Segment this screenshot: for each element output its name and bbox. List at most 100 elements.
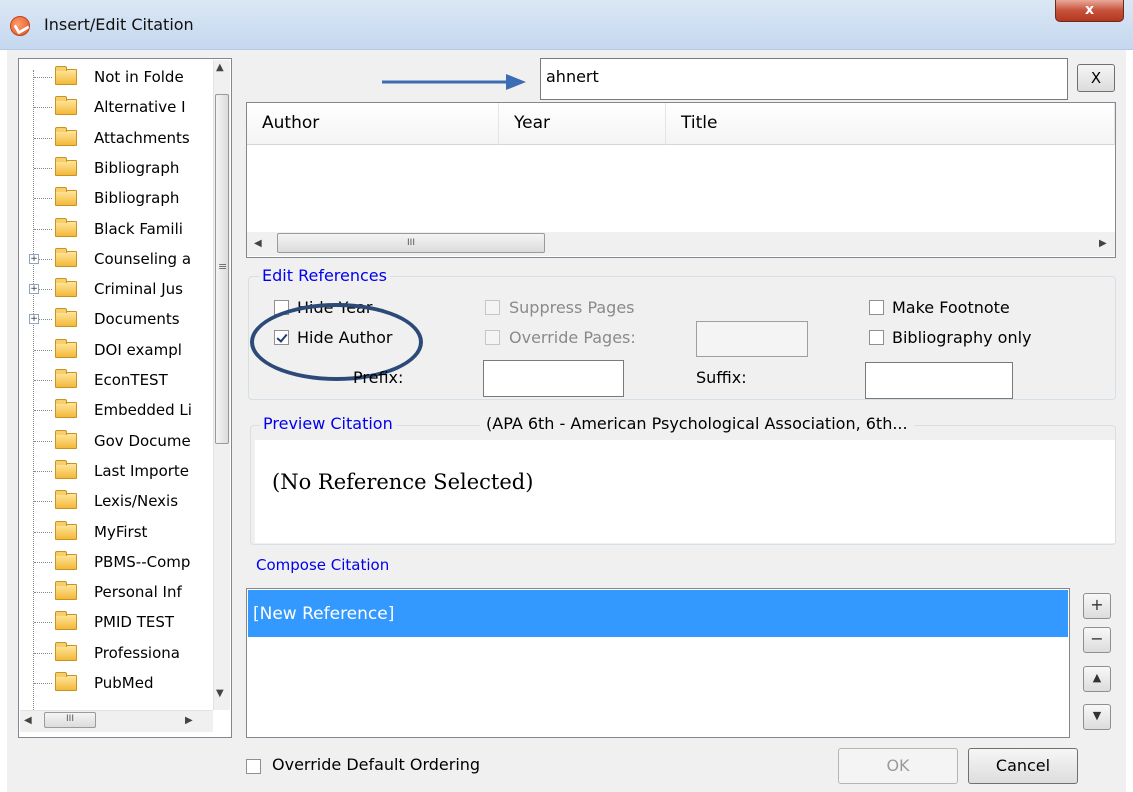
tree-item-label: PBMS--Comp xyxy=(94,552,191,571)
preview-text: (No Reference Selected) xyxy=(272,470,534,494)
tree-item[interactable]: Embedded Li xyxy=(18,399,213,422)
tree-connector xyxy=(34,501,52,503)
tree-item[interactable]: Professiona xyxy=(18,641,213,665)
tree-item[interactable]: + Counseling a xyxy=(18,247,213,271)
tree-item[interactable]: Lexis/Nexis xyxy=(18,490,213,513)
tree-item-label: Alternative I xyxy=(94,98,186,117)
bibliography-only-checkbox[interactable] xyxy=(869,330,884,345)
tree-connector xyxy=(34,77,52,78)
tree-connector xyxy=(34,531,52,533)
tree-connector xyxy=(34,228,52,230)
close-button[interactable]: x xyxy=(1055,0,1124,22)
tree-item-label: MyFirst xyxy=(94,522,148,541)
tree-item[interactable]: Personal Inf xyxy=(18,581,213,604)
folder-icon xyxy=(55,369,77,388)
expand-icon[interactable]: + xyxy=(29,253,39,264)
expand-icon[interactable]: + xyxy=(29,284,39,295)
add-reference-button[interactable]: + xyxy=(1083,593,1111,619)
cancel-button[interactable]: Cancel xyxy=(968,748,1078,784)
tree-item[interactable]: PBMS--Comp xyxy=(18,550,213,574)
move-up-button[interactable]: ▲ xyxy=(1083,666,1111,692)
tree-item[interactable]: DOI exampl xyxy=(18,338,213,362)
column-header-year[interactable]: Year xyxy=(499,103,666,145)
tree-connector xyxy=(34,561,52,563)
tree-connector xyxy=(34,440,52,442)
override-ordering-label: Override Default Ordering xyxy=(272,755,481,774)
tree-item-label: EconTEST xyxy=(94,371,168,389)
tree-item[interactable]: Not in Folde xyxy=(18,66,213,89)
scroll-left-icon[interactable]: ◀ xyxy=(254,238,262,249)
tree-item-label: Documents xyxy=(94,310,180,329)
scroll-left-icon[interactable]: ◀ xyxy=(24,715,32,726)
app-icon xyxy=(10,16,30,36)
tree-item[interactable]: Gov Docume xyxy=(18,429,213,453)
suppress-pages-label: Suppress Pages xyxy=(509,298,635,317)
remove-reference-button[interactable]: − xyxy=(1083,627,1111,653)
tree-item[interactable]: MyFirst xyxy=(18,520,213,544)
tree-item-label: Gov Docume xyxy=(94,431,191,450)
tree-item-label: Embedded Li xyxy=(94,401,192,420)
folder-icon xyxy=(55,459,77,479)
override-pages-input[interactable] xyxy=(696,321,808,357)
column-header-author[interactable]: Author xyxy=(247,103,499,145)
folder-icon xyxy=(55,611,77,631)
expand-icon[interactable]: + xyxy=(29,314,39,325)
window-title: Insert/Edit Citation xyxy=(44,15,194,34)
scroll-right-icon[interactable]: ▶ xyxy=(185,715,193,726)
citation-style-label: (APA 6th - American Psychological Associ… xyxy=(480,414,914,433)
tree-item[interactable]: Attachments xyxy=(18,126,213,150)
tree-item[interactable]: Bibliograph xyxy=(18,187,213,210)
results-hscroll-thumb[interactable]: III xyxy=(277,233,545,253)
tree-item-label: Last Importe xyxy=(94,461,190,480)
folder-icon xyxy=(55,338,77,358)
ok-button[interactable]: OK xyxy=(838,748,958,784)
scroll-down-icon[interactable]: ▼ xyxy=(216,688,224,699)
tree-item[interactable]: EconTEST xyxy=(18,369,213,392)
tree-item[interactable]: Alternative I xyxy=(18,96,213,119)
tree-item[interactable]: + Documents xyxy=(18,308,213,331)
tree-item-label: Black Famili xyxy=(94,219,183,238)
folder-icon xyxy=(55,641,77,661)
tree-connector xyxy=(34,410,52,412)
scroll-up-icon[interactable]: ▲ xyxy=(216,62,224,73)
tree-item[interactable]: Black Famili xyxy=(18,217,213,241)
tree-connector xyxy=(34,137,52,139)
tree-item[interactable]: Last Importe xyxy=(18,459,213,483)
override-ordering-checkbox[interactable] xyxy=(246,759,261,774)
override-pages-checkbox[interactable] xyxy=(485,330,500,345)
folder-icon xyxy=(55,581,77,601)
column-header-title[interactable]: Title xyxy=(666,103,1115,145)
tree-item-label: Counseling a xyxy=(94,249,192,268)
list-item-new-reference[interactable]: [New Reference] xyxy=(248,590,1068,637)
folder-icon xyxy=(55,429,77,449)
tree-item-label: Lexis/Nexis xyxy=(94,492,179,511)
move-down-button[interactable]: ▼ xyxy=(1083,704,1111,730)
search-input[interactable]: ahnert xyxy=(540,58,1068,100)
tree-hscroll-thumb[interactable]: III xyxy=(44,712,96,728)
clear-search-button[interactable]: X xyxy=(1077,64,1115,92)
grip-icon: ≡ xyxy=(218,260,228,273)
scroll-right-icon[interactable]: ▶ xyxy=(1099,238,1107,249)
override-pages-label: Override Pages: xyxy=(509,328,636,347)
prefix-label: Prefix: xyxy=(353,368,404,387)
tree-connector xyxy=(34,198,52,200)
folder-icon xyxy=(55,187,77,207)
suppress-pages-checkbox[interactable] xyxy=(485,300,500,315)
tree-item[interactable]: Bibliograph xyxy=(18,156,213,180)
tree-item-label: PubMed xyxy=(94,674,154,692)
prefix-input[interactable] xyxy=(483,360,624,397)
folder-icon xyxy=(55,66,77,85)
tree-connector xyxy=(34,652,52,654)
suffix-input[interactable] xyxy=(865,362,1013,399)
folder-icon xyxy=(55,247,77,267)
suffix-label: Suffix: xyxy=(696,368,747,387)
tree-item[interactable]: PMID TEST xyxy=(18,611,213,634)
folder-icon xyxy=(55,217,77,237)
tree-item-label: PMID TEST xyxy=(94,613,175,632)
tree-item-label: Not in Folde xyxy=(94,68,184,86)
tree-item[interactable]: + Criminal Jus xyxy=(18,278,213,301)
tree-item[interactable]: PubMed xyxy=(18,672,213,695)
make-footnote-checkbox[interactable] xyxy=(869,300,884,315)
folder-icon xyxy=(55,308,77,328)
folder-icon xyxy=(55,156,77,176)
